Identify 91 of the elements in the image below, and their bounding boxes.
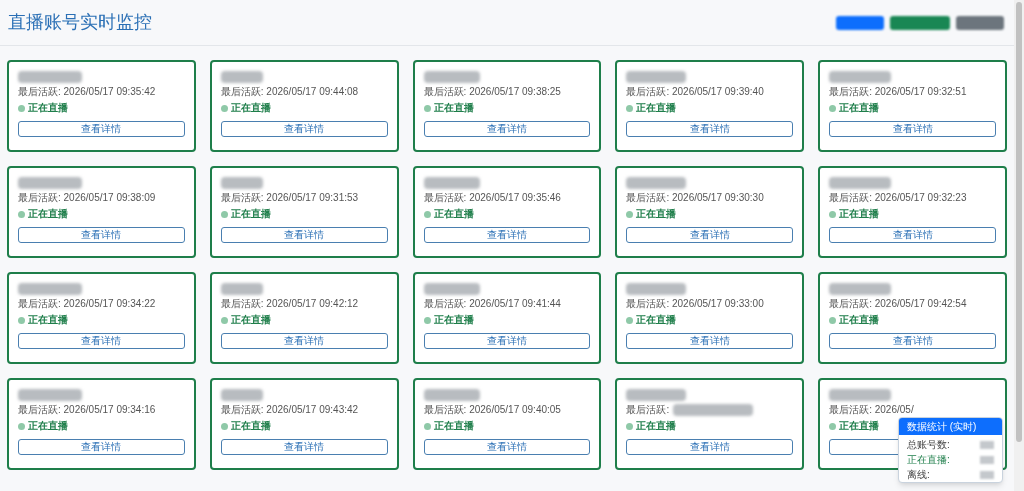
- status-text: 正在直播: [839, 208, 880, 220]
- status-text: 正在直播: [636, 314, 677, 326]
- blurred-name: [220, 177, 263, 189]
- last-active-time: 最后活跃: 2026/05/: [829, 404, 914, 416]
- blurred-name: [18, 389, 82, 401]
- view-details-button[interactable]: 查看详情: [220, 227, 388, 243]
- scrollbar[interactable]: [1014, 0, 1024, 491]
- status-text: 正在直播: [230, 208, 271, 220]
- view-details-button[interactable]: 查看详情: [829, 121, 996, 137]
- page-title: 直播账号实时监控: [8, 11, 152, 34]
- status-text: 正在直播: [28, 314, 68, 326]
- blurred-name: [829, 389, 892, 401]
- blurred-name: [18, 283, 82, 295]
- view-details-button[interactable]: 查看详情: [18, 439, 185, 455]
- last-active-time: 最后活跃: 2026/05/17 09:31:53: [220, 192, 359, 204]
- status-text: 正在直播: [28, 420, 68, 432]
- blurred-name: [626, 389, 687, 401]
- last-active-time: 最后活跃: 2026/05/17 09:39:40: [626, 86, 764, 98]
- status-text: 正在直播: [433, 208, 474, 220]
- status-text: 正在直播: [636, 208, 677, 220]
- blurred-name: [626, 177, 687, 189]
- view-details-button[interactable]: 查看详情: [626, 121, 794, 137]
- status-text: 正在直播: [636, 420, 677, 432]
- last-active-time: 最后活跃: 2026/05/17 09:32:23: [829, 192, 967, 204]
- view-details-button[interactable]: 查看详情: [220, 121, 388, 137]
- last-active-time: 最后活跃: 2026/05/17 09:34:22: [18, 298, 156, 310]
- last-active-time: 最后活跃: 2026/05/17 09:30:30: [626, 192, 764, 204]
- status-text: 正在直播: [230, 102, 271, 114]
- last-active-time: 最后活跃: 2026/05/17 09:35:42: [18, 86, 156, 98]
- view-details-button[interactable]: 查看详情: [18, 333, 185, 349]
- view-details-button[interactable]: 查看详情: [626, 439, 794, 455]
- view-details-button[interactable]: 查看详情: [18, 121, 185, 137]
- stats-label: 总账号数:: [907, 439, 950, 451]
- blurred-button[interactable]: [836, 15, 884, 30]
- view-details-button[interactable]: 查看详情: [220, 439, 388, 455]
- blurred-name: [18, 71, 82, 83]
- stats-label: 离线:: [907, 469, 930, 481]
- last-active-time: 最后活跃: 2026/05/17 09:38:25: [423, 86, 561, 98]
- status-text: 正在直播: [28, 208, 68, 220]
- view-details-button[interactable]: 查看详情: [220, 333, 388, 349]
- last-active-time: 最后活跃: 2026/05/17 09:40:05: [423, 404, 561, 416]
- view-details-button[interactable]: 查看详情: [423, 439, 591, 455]
- status-text: 正在直播: [433, 420, 474, 432]
- last-active-time: 最后活跃:: [626, 404, 670, 416]
- status-text: 正在直播: [636, 102, 677, 114]
- status-text: 正在直播: [230, 420, 271, 432]
- blurred-name: [220, 71, 263, 83]
- stats-title: 数据统计 (实时): [907, 420, 977, 434]
- view-details-button[interactable]: 查看详情: [829, 333, 996, 349]
- blurred-button[interactable]: [890, 15, 950, 30]
- blurred-name: [220, 283, 263, 295]
- blurred-name: [626, 283, 687, 295]
- last-active-time: 最后活跃: 2026/05/17 09:34:16: [18, 404, 156, 416]
- view-details-button[interactable]: 查看详情: [626, 333, 794, 349]
- blurred-name: [18, 177, 82, 189]
- status-text: 正在直播: [839, 102, 880, 114]
- status-text: 正在直播: [28, 102, 68, 114]
- blurred-name: [626, 71, 687, 83]
- view-details-button[interactable]: 查看详情: [626, 227, 794, 243]
- last-active-time: 最后活跃: 2026/05/17 09:42:12: [220, 298, 359, 310]
- view-details-button[interactable]: 查看详情: [829, 227, 996, 243]
- blurred-button[interactable]: [956, 15, 1004, 30]
- status-text: 正在直播: [433, 102, 474, 114]
- last-active-time: 最后活跃: 2026/05/17 09:38:09: [18, 192, 156, 204]
- view-details-button[interactable]: 查看详情: [423, 227, 591, 243]
- status-text: 正在直播: [839, 314, 880, 326]
- blurred-name: [423, 177, 480, 189]
- last-active-time: 最后活跃: 2026/05/17 09:33:00: [626, 298, 764, 310]
- blurred-name: [829, 71, 892, 83]
- stats-label: 正在直播:: [907, 454, 950, 466]
- view-details-button[interactable]: 查看详情: [423, 333, 591, 349]
- status-text: 正在直播: [433, 314, 474, 326]
- view-details-button[interactable]: 查看详情: [18, 227, 185, 243]
- last-active-time: 最后活跃: 2026/05/17 09:41:44: [423, 298, 561, 310]
- blurred-name: [423, 283, 480, 295]
- last-active-time: 最后活跃: 2026/05/17 09:44:08: [220, 86, 359, 98]
- last-active-time: 最后活跃: 2026/05/17 09:32:51: [829, 86, 967, 98]
- last-active-time: 最后活跃: 2026/05/17 09:35:46: [423, 192, 561, 204]
- view-details-button[interactable]: 查看详情: [423, 121, 591, 137]
- blurred-name: [829, 177, 892, 189]
- blurred-name: [423, 389, 480, 401]
- blurred-name: [829, 283, 892, 295]
- last-active-time: 最后活跃: 2026/05/17 09:42:54: [829, 298, 967, 310]
- blurred-value: [980, 441, 994, 449]
- blurred-value: [980, 456, 994, 464]
- status-text: 正在直播: [230, 314, 271, 326]
- blurred-value: [980, 471, 994, 479]
- status-text: 正在直播: [839, 420, 880, 432]
- blurred-name: [220, 389, 263, 401]
- blurred-name: [423, 71, 480, 83]
- last-active-time: 最后活跃: 2026/05/17 09:43:42: [220, 404, 359, 416]
